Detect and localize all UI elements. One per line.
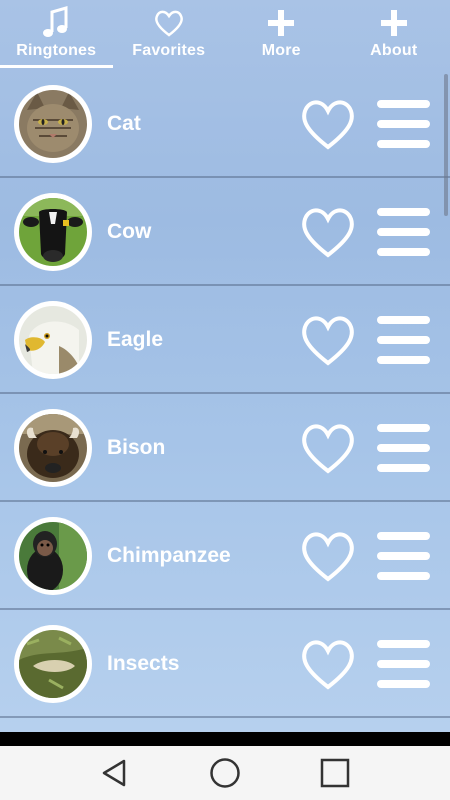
avatar [14,301,92,379]
music-note-icon [41,6,71,40]
list-item[interactable]: Insects [0,610,450,718]
scrollbar[interactable] [444,74,448,216]
avatar [14,85,92,163]
favorite-heart-icon[interactable] [300,636,356,692]
favorite-heart-icon[interactable] [300,528,356,584]
menu-icon[interactable] [377,640,430,688]
menu-icon[interactable] [377,316,430,364]
ringtone-list: Cat Cow Eagle Bison Chimpanzee Insects [0,70,450,732]
tab-label: About [370,42,418,59]
tab-favorites[interactable]: Favorites [113,0,226,70]
back-icon[interactable] [95,753,135,793]
heart-outline-icon [154,6,184,40]
ringtone-name: Chimpanzee [107,544,231,567]
app-screen: Ringtones Favorites More About Cat Cow E… [0,0,450,732]
tab-label: More [261,42,301,59]
ringtone-name: Cow [107,220,152,243]
recents-icon[interactable] [315,753,355,793]
list-item[interactable]: Bison [0,394,450,502]
home-icon[interactable] [205,753,245,793]
cow-photo [19,198,87,266]
system-navigation-bar [0,746,450,800]
ringtone-name: Eagle [107,328,164,351]
tab-about[interactable]: About [338,0,450,70]
favorite-heart-icon[interactable] [300,312,356,368]
list-item[interactable]: Cow [0,178,450,286]
menu-icon[interactable] [377,424,430,472]
eagle-photo [19,306,87,374]
menu-icon[interactable] [377,208,430,256]
avatar [14,193,92,271]
cat-photo [19,90,87,158]
favorite-heart-icon[interactable] [300,96,356,152]
top-tab-bar: Ringtones Favorites More About [0,0,450,70]
tab-label: Favorites [132,42,206,59]
plus-icon [380,6,408,40]
avatar [14,625,92,703]
plus-icon [267,6,295,40]
menu-icon[interactable] [377,100,430,148]
insects-photo [19,630,87,698]
chimpanzee-photo [19,522,87,590]
tab-more[interactable]: More [225,0,338,70]
menu-icon[interactable] [377,532,430,580]
ringtone-name: Insects [107,652,180,675]
favorite-heart-icon[interactable] [300,204,356,260]
tab-ringtones[interactable]: Ringtones [0,0,113,70]
tab-label: Ringtones [16,42,97,59]
list-item[interactable]: Chimpanzee [0,502,450,610]
avatar [14,409,92,487]
bison-photo [19,414,87,482]
avatar [14,517,92,595]
favorite-heart-icon[interactable] [300,420,356,476]
ringtone-name: Cat [107,112,141,135]
ringtone-name: Bison [107,436,166,459]
list-item[interactable]: Eagle [0,286,450,394]
list-item[interactable]: Cat [0,70,450,178]
